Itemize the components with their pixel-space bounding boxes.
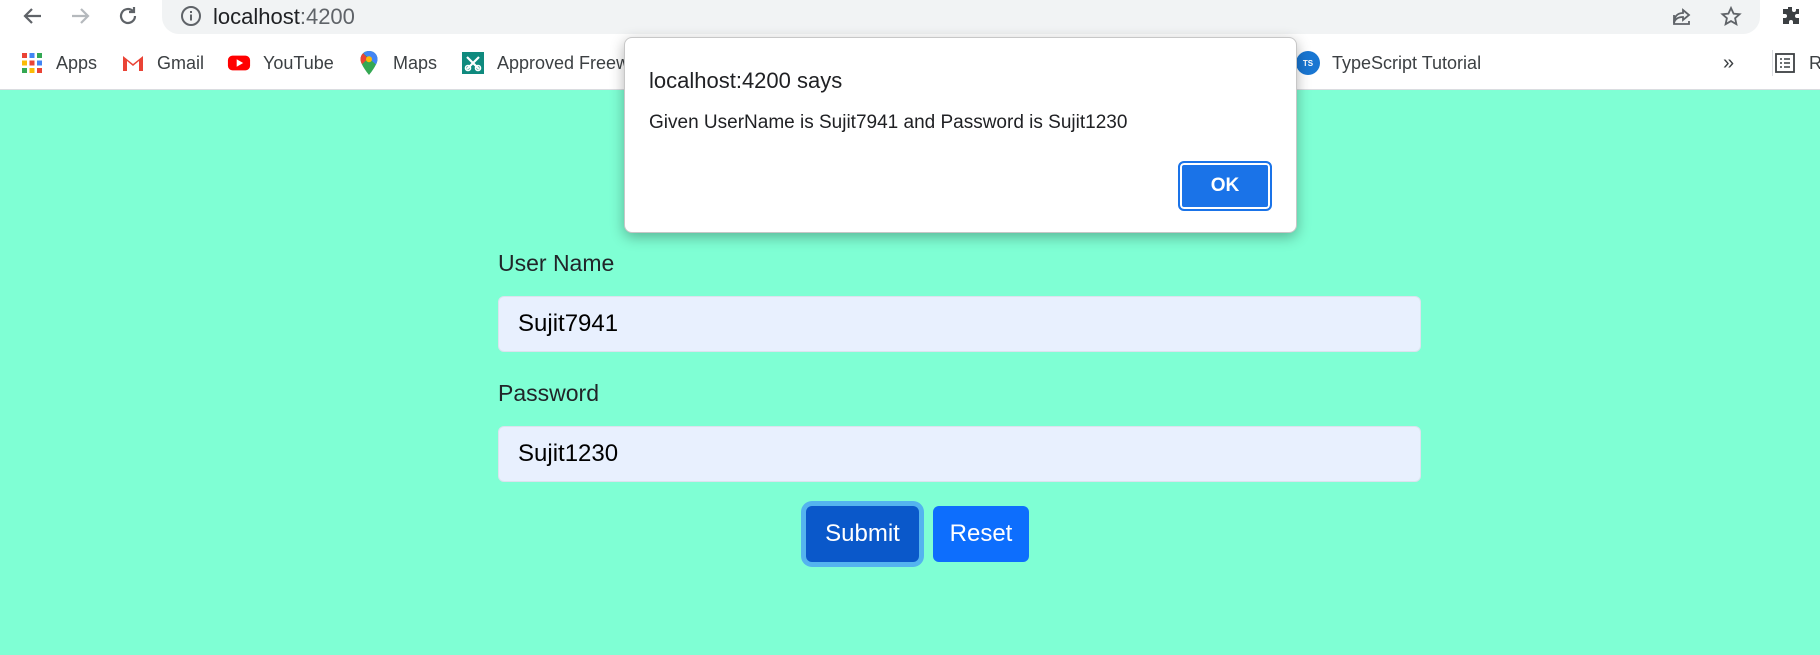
password-label: Password [498, 380, 599, 406]
reload-icon[interactable] [114, 2, 142, 30]
share-icon[interactable] [1668, 3, 1696, 31]
login-form: User Name Password [498, 250, 1422, 482]
bookmark-gmail[interactable]: Gmail [121, 50, 204, 76]
dialog-message: Given UserName is Sujit7941 and Password… [649, 112, 1128, 133]
site-info-icon[interactable] [180, 5, 202, 27]
address-bar[interactable]: localhost:4200 [162, 0, 1760, 34]
bookmark-reading-list[interactable]: Re [1772, 50, 1820, 76]
reading-list-icon [1773, 51, 1797, 75]
typescript-icon: TS [1296, 51, 1320, 75]
bookmark-typescript-tutorial[interactable]: TS TypeScript Tutorial [1296, 50, 1481, 76]
dialog-ok-button[interactable]: OK [1178, 161, 1272, 211]
username-input[interactable] [498, 296, 1421, 352]
bookmark-approved-freeware[interactable]: Approved Freew [461, 50, 629, 76]
bookmark-youtube[interactable]: YouTube [227, 50, 334, 76]
bookmarks-overflow-button[interactable]: » [1723, 50, 1734, 76]
bookmark-label: Re [1809, 52, 1820, 73]
submit-button[interactable]: Submit [806, 506, 919, 562]
bookmark-label: Maps [393, 52, 438, 73]
apps-grid-icon [20, 51, 44, 75]
address-url: localhost:4200 [213, 4, 355, 30]
youtube-icon [227, 51, 251, 75]
extensions-icon[interactable] [1777, 2, 1805, 30]
bookmark-label: YouTube [263, 52, 334, 73]
browser-toolbar: localhost:4200 [0, 0, 1820, 34]
bookmark-label: TypeScript Tutorial [1332, 52, 1482, 73]
bookmark-star-icon[interactable] [1717, 3, 1745, 31]
back-icon[interactable] [19, 2, 47, 30]
typescript-badge: TS [1302, 58, 1314, 68]
bookmark-maps[interactable]: Maps [357, 50, 437, 76]
password-input[interactable] [498, 426, 1421, 482]
bookmark-apps[interactable]: Apps [20, 50, 97, 76]
forward-icon[interactable] [66, 2, 94, 30]
approved-freeware-icon [461, 51, 485, 75]
bookmark-label: Gmail [157, 52, 205, 73]
alert-dialog: localhost:4200 says Given UserName is Su… [624, 37, 1297, 233]
reset-button[interactable]: Reset [933, 506, 1029, 562]
overflow-chevron-icon: » [1723, 51, 1735, 74]
username-label: User Name [498, 250, 615, 276]
dialog-title: localhost:4200 says [649, 68, 843, 93]
url-host: localhost [213, 4, 300, 29]
maps-pin-icon [357, 51, 381, 75]
bookmark-label: Approved Freew [497, 52, 630, 73]
bookmark-label: Apps [56, 52, 98, 73]
gmail-icon [121, 51, 145, 75]
url-port: :4200 [299, 4, 355, 29]
